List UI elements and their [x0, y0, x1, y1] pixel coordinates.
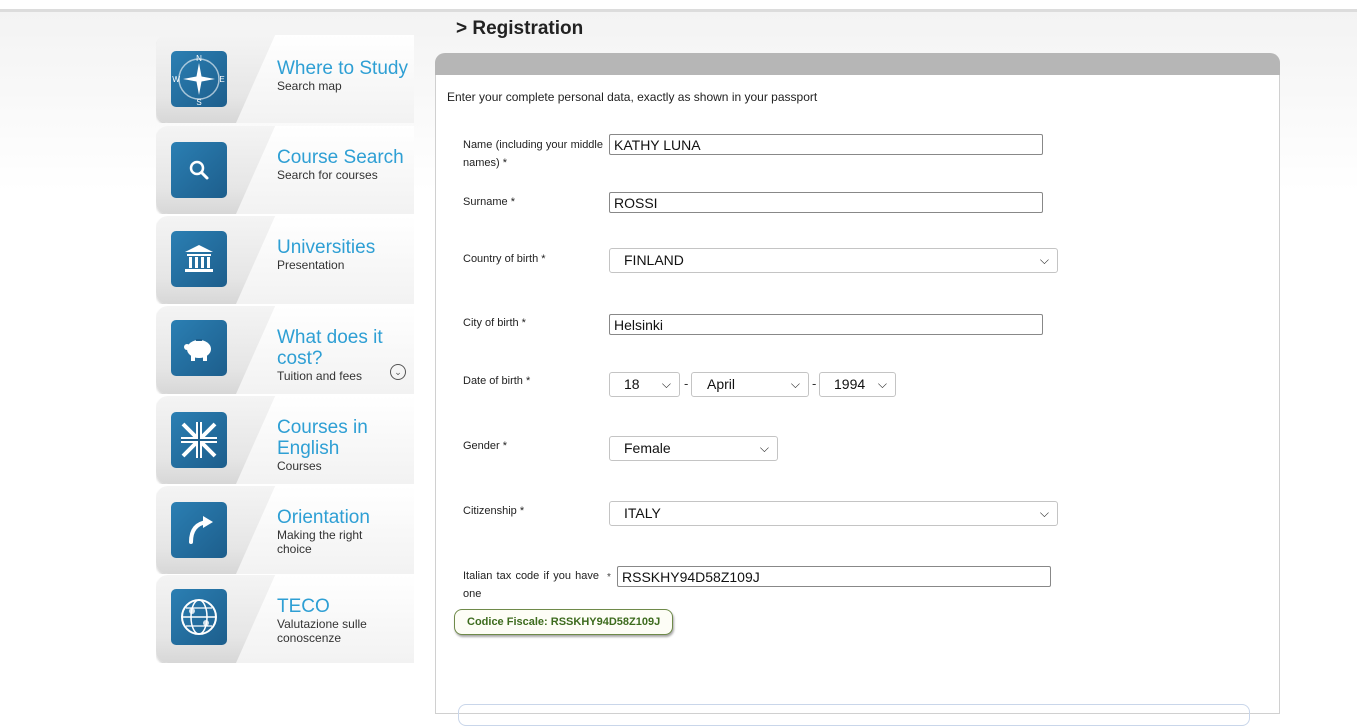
surname-label: Surname *: [463, 196, 515, 208]
sidebar-item-title: Courses in English: [277, 417, 368, 459]
sidebar-item-orientation[interactable]: Orientation Making the right choice: [156, 486, 414, 574]
svg-text:E: E: [219, 75, 224, 84]
sidebar-item-subtitle: Making the right choice: [277, 528, 363, 556]
svg-text:S: S: [196, 98, 201, 107]
codice-fiscale-badge: Codice Fiscale: RSSKHY94D58Z109J: [454, 609, 674, 635]
city-of-birth-field[interactable]: Helsinki: [609, 314, 1043, 335]
gender-select[interactable]: Female ⌵: [609, 436, 778, 461]
search-icon: [171, 142, 227, 198]
selected-value: April: [707, 376, 736, 392]
chevron-down-icon: ⌵: [661, 377, 671, 391]
birth-month-select[interactable]: April ⌵: [691, 372, 809, 397]
chevron-down-icon[interactable]: ⌄: [390, 364, 406, 380]
name-field[interactable]: KATHY LUNA: [609, 134, 1043, 155]
sidebar-item-subtitle: Search map: [277, 79, 342, 93]
birth-year-select[interactable]: 1994 ⌵: [819, 372, 896, 397]
sidebar-item-course-search[interactable]: Course Search Search for courses: [156, 126, 414, 214]
sidebar-item-courses-in-english[interactable]: Courses in English Courses: [156, 396, 414, 484]
union-jack-flag-icon: [171, 412, 227, 468]
form-intro-text: Enter your complete personal data, exact…: [447, 90, 818, 104]
selected-value: 18: [624, 376, 640, 392]
panel-header-bar: [435, 53, 1280, 75]
sidebar-item-universities[interactable]: Universities Presentation: [156, 216, 414, 304]
piggy-bank-icon: [171, 320, 227, 376]
country-of-birth-label: Country of birth *: [463, 253, 546, 265]
required-mark: *: [607, 572, 611, 583]
selected-value: Female: [624, 440, 671, 456]
tax-code-label: Italian tax code if you have one: [463, 570, 599, 600]
sidebar-item-teco[interactable]: TECO Valutazione sulle conoscenze: [156, 575, 414, 663]
chevron-down-icon: ⌵: [759, 441, 769, 455]
selected-value: FINLAND: [624, 252, 684, 268]
chevron-down-icon: ⌵: [1039, 506, 1049, 520]
sidebar-item-title: Where to Study: [277, 58, 408, 79]
sidebar-item-subtitle: Search for courses: [277, 168, 378, 182]
birth-day-select[interactable]: 18 ⌵: [609, 372, 680, 397]
gender-label: Gender *: [463, 440, 508, 452]
sidebar-item-subtitle: Courses: [277, 459, 322, 473]
sidebar-item-what-does-it-cost[interactable]: What does it cost? Tuition and fees ⌄: [156, 306, 414, 394]
sidebar-item-title: Course Search: [277, 147, 404, 168]
sidebar-item-subtitle: Presentation: [277, 258, 345, 272]
date-separator: -: [812, 376, 817, 391]
chevron-down-icon: ⌵: [790, 377, 800, 391]
name-label: Name (including your middle names) *: [463, 139, 603, 169]
compass-icon: N S W E: [171, 51, 227, 107]
sidebar-item-title: What does it cost?: [277, 327, 383, 369]
chevron-down-icon: ⌵: [877, 377, 887, 391]
selected-value: ITALY: [624, 505, 661, 521]
city-of-birth-label: City of birth *: [463, 317, 526, 329]
selected-value: 1994: [834, 376, 866, 392]
tax-code-field[interactable]: RSSKHY94D58Z109J: [617, 566, 1051, 587]
svg-text:W: W: [172, 75, 180, 84]
arrow-turn-icon: [171, 502, 227, 558]
citizenship-label: Citizenship *: [463, 505, 525, 517]
page-title: > Registration: [456, 18, 584, 39]
citizenship-select[interactable]: ITALY ⌵: [609, 501, 1058, 526]
next-section-box: [458, 704, 1250, 726]
university-building-icon: [171, 231, 227, 287]
sidebar-item-title: TECO: [277, 596, 330, 617]
date-of-birth-label: Date of birth *: [463, 375, 531, 387]
sidebar-item-title: Universities: [277, 237, 376, 258]
country-of-birth-select[interactable]: FINLAND ⌵: [609, 248, 1058, 273]
svg-text:N: N: [196, 54, 202, 63]
sidebar-item-title: Orientation: [277, 507, 370, 528]
sidebar-item-subtitle: Valutazione sulle conoscenze: [277, 617, 367, 645]
globe-icon: [171, 589, 227, 645]
surname-field[interactable]: ROSSI: [609, 192, 1043, 213]
chevron-down-icon: ⌵: [1039, 253, 1049, 267]
sidebar-item-where-to-study[interactable]: N S W E Where to Study Search map: [156, 35, 414, 123]
date-separator: -: [684, 376, 689, 391]
